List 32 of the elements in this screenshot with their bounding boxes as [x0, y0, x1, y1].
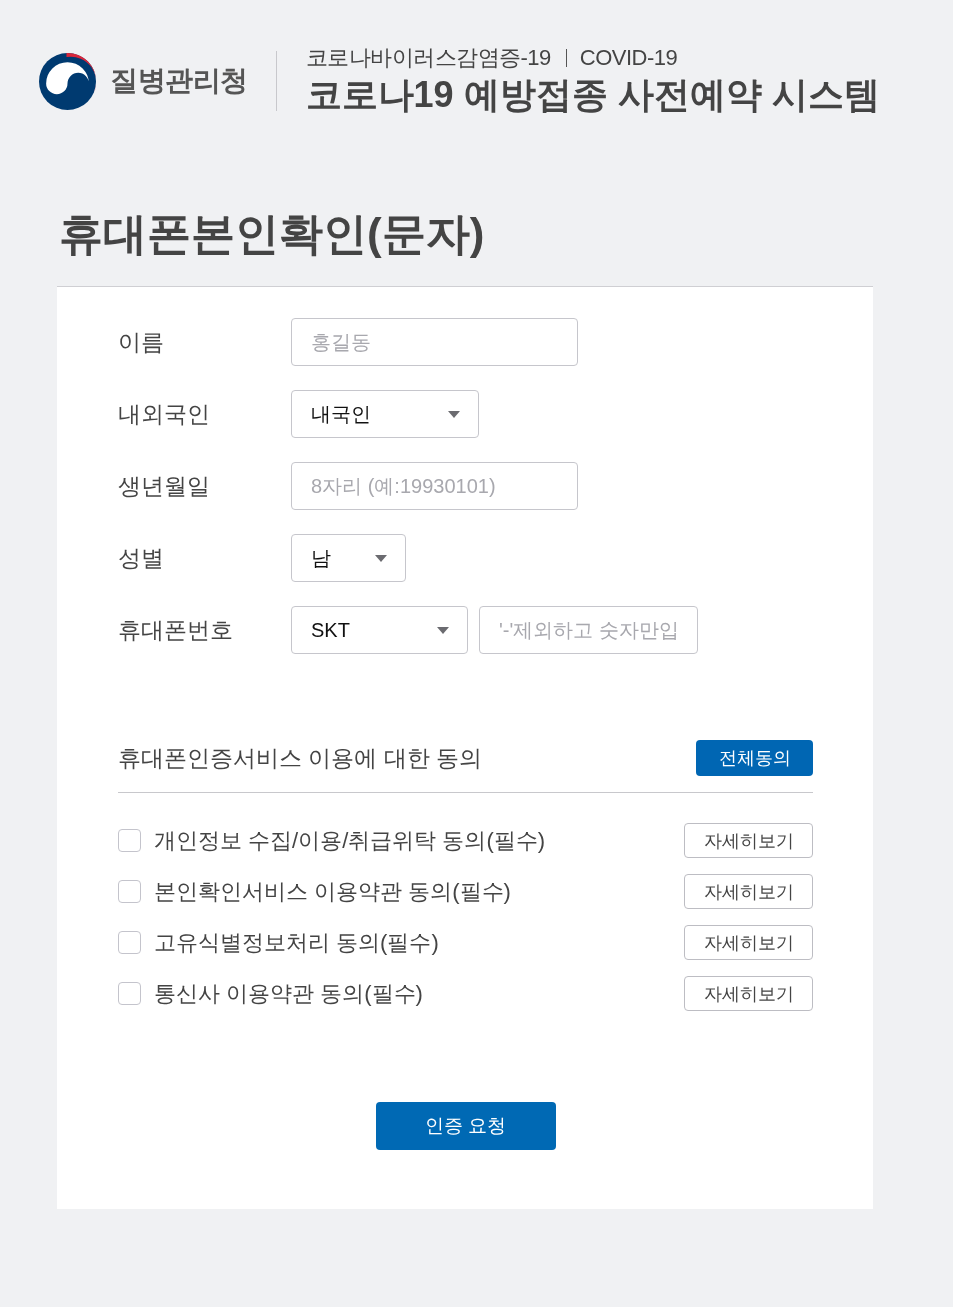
details-button[interactable]: 자세히보기: [684, 976, 813, 1011]
details-button[interactable]: 자세히보기: [684, 925, 813, 960]
page-title: 휴대폰본인확인(문자): [59, 208, 485, 260]
field-label: 성별: [118, 543, 165, 573]
consent-label: 개인정보 수집/이용/취급위탁 동의(필수): [154, 826, 547, 855]
dropdown[interactable]: 내국인: [291, 390, 479, 438]
caret-icon: [437, 626, 449, 634]
subtitle-english: COVID-19: [579, 45, 678, 71]
checkbox[interactable]: [118, 982, 141, 1005]
dropdown[interactable]: SKT: [291, 606, 468, 654]
agree-all-button[interactable]: 전체동의: [696, 740, 813, 776]
checkbox[interactable]: [118, 829, 141, 852]
swirl-emblem-icon: [39, 52, 96, 110]
field-label: 내외국인: [118, 399, 211, 429]
field-label: 이름: [118, 327, 165, 357]
details-button[interactable]: 자세히보기: [684, 823, 813, 858]
checkbox[interactable]: [118, 931, 141, 954]
consent-label: 고유식별정보처리 동의(필수): [154, 928, 440, 957]
consent-label: 본인확인서비스 이용약관 동의(필수): [154, 877, 512, 906]
caret-icon: [448, 410, 460, 418]
details-button[interactable]: 자세히보기: [684, 874, 813, 909]
consent-label: 통신사 이용약관 동의(필수): [154, 979, 424, 1008]
checkbox[interactable]: [118, 880, 141, 903]
dropdown[interactable]: 남: [291, 534, 406, 582]
field-label: 휴대폰번호: [118, 615, 234, 645]
caret-icon: [375, 554, 387, 562]
agency-name: 질병관리청: [110, 64, 248, 98]
consent-heading: 휴대폰인증서비스 이용에 대한 동의: [118, 743, 483, 773]
field-label: 생년월일: [118, 471, 211, 501]
system-title: 코로나19 예방접종 사전예약 시스템: [305, 73, 880, 117]
request-verification-button[interactable]: 인증 요청: [375, 1102, 556, 1150]
subtitle: 코로나바이러스감염증-19: [305, 45, 551, 71]
